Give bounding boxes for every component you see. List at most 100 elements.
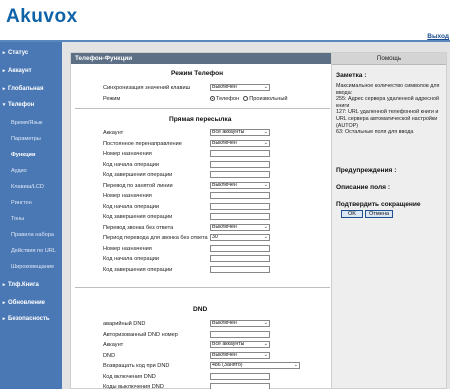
sidebar-item-label: Безопасность: [8, 315, 50, 322]
mode-radio-option[interactable]: Телефон: [210, 96, 239, 102]
chevron-right-icon: ▸: [2, 85, 6, 92]
forward-row-label: Код начала операции: [103, 203, 160, 210]
forward-row-label: Код завершения операции: [103, 266, 173, 273]
forward-select[interactable]: Все аккаунты ⌄: [210, 129, 270, 136]
sidebar-item[interactable]: ▾ Телефон: [0, 98, 62, 111]
radio-label: Произвольный: [249, 96, 288, 102]
logout-link[interactable]: Выход: [427, 33, 449, 40]
forward-input[interactable]: [210, 202, 270, 210]
radio-button[interactable]: [243, 96, 249, 102]
sidebar-item-label: Обновление: [8, 299, 45, 306]
sidebar-item[interactable]: Широковещание: [0, 260, 62, 273]
sidebar-item[interactable]: ▸ Тлф.Книга: [0, 278, 62, 291]
akuvox-logo: Akuvox: [6, 6, 78, 27]
chevron-down-icon: ⌄: [263, 84, 268, 90]
sidebar-item[interactable]: Рингтон: [0, 196, 62, 209]
sidebar-item[interactable]: ▸ Глобальная: [0, 82, 62, 95]
forward-input[interactable]: [210, 255, 270, 262]
sidebar: ▸ Статус ▸ Аккаунт ▸ Глобальная ▾ Телефон Время/…: [0, 42, 62, 389]
warnings-title: Предупреждения :: [336, 167, 397, 174]
sidebar-item-label: Правила набора: [11, 231, 55, 238]
forward-row-label: Аккаунт: [103, 130, 124, 136]
chevron-down-icon: ⌄: [263, 320, 268, 326]
key-sync-select[interactable]: Выключен ⌄: [210, 84, 270, 91]
dnd-select[interactable]: Все аккаунты ⌄: [210, 341, 270, 348]
forward-input[interactable]: [210, 160, 270, 168]
dnd-input[interactable]: [210, 383, 270, 389]
dnd-row-label: Коды выключения DND: [103, 384, 164, 389]
dnd-row-label: Аккаунт: [103, 342, 124, 348]
forward-input[interactable]: [210, 150, 270, 157]
forward-select[interactable]: Выключен ⌄: [210, 139, 270, 147]
forward-row-label: Код начала операции: [103, 161, 160, 168]
sidebar-item[interactable]: Тоны: [0, 212, 62, 225]
sidebar-item[interactable]: Параметры: [0, 132, 62, 145]
chevron-down-icon: ⌄: [263, 129, 268, 135]
note-title: Заметка :: [336, 72, 367, 79]
ok-button[interactable]: OK: [341, 210, 363, 218]
forward-row-label: Номер назначения: [103, 245, 152, 252]
sidebar-item[interactable]: ▸ Статус: [0, 46, 62, 59]
help-panel: Помощь Заметка : Максимальное количество…: [331, 52, 447, 389]
chevron-down-icon: ⌄: [263, 223, 268, 230]
sidebar-item-label: Рингтон: [11, 199, 32, 206]
section-divider: [75, 108, 330, 109]
select-value: Выключен: [212, 181, 237, 188]
forward-input[interactable]: [210, 171, 270, 178]
sidebar-item[interactable]: ▸ Аккаунт: [0, 64, 62, 77]
sidebar-item-label: Аккаунт: [8, 67, 32, 74]
mode-radio-group: Телефон Произвольный: [210, 96, 291, 102]
sidebar-item-label: Время/Язык: [11, 119, 43, 126]
dnd-section-title: DND: [193, 306, 208, 313]
sidebar-item-label: Тлф.Книга: [8, 281, 39, 288]
radio-button[interactable]: [210, 96, 215, 102]
cancel-button[interactable]: Отмена: [365, 210, 393, 218]
chevron-down-icon: ⌄: [263, 181, 268, 188]
dnd-select[interactable]: Выключен ⌄: [210, 351, 270, 359]
dnd-input[interactable]: [210, 372, 270, 380]
chevron-down-icon: ⌄: [263, 234, 268, 240]
mode-radio-option[interactable]: Произвольный: [243, 96, 287, 102]
sidebar-item-label: Тоны: [11, 215, 25, 222]
key-sync-label: Синхронизация значений клавиш: [103, 85, 191, 91]
select-value: Выключен: [212, 320, 237, 326]
select-value: Выключен: [212, 84, 237, 90]
sidebar-item-label: Глобальная: [8, 85, 44, 92]
dnd-input[interactable]: [210, 330, 270, 338]
dnd-row-label: аварийный DND: [103, 321, 146, 327]
chevron-down-icon: ⌄: [263, 351, 268, 358]
sidebar-item-label: Функции: [11, 151, 36, 158]
sidebar-item[interactable]: ▸ Обновление: [0, 296, 62, 309]
forward-select[interactable]: Выключен ⌄: [210, 223, 270, 231]
forward-input[interactable]: [210, 265, 270, 273]
forward-input[interactable]: [210, 213, 270, 220]
sidebar-item[interactable]: Правила набора: [0, 228, 62, 241]
sidebar-item[interactable]: Время/Язык: [0, 116, 62, 129]
sidebar-item[interactable]: Аудио: [0, 164, 62, 177]
forward-input[interactable]: [210, 192, 270, 199]
sidebar-item[interactable]: ▸ Безопасность: [0, 312, 62, 325]
dnd-return-code-select[interactable]: 486 (Занято) ⌄: [210, 362, 300, 369]
forward-row-label: Код завершения операции: [103, 214, 173, 220]
chevron-right-icon: ▸: [2, 281, 6, 288]
forward-row-label: Код завершения операции: [103, 172, 173, 178]
sidebar-item[interactable]: Клавиш/LCD: [0, 180, 62, 193]
sidebar-item-label: Действия по URL: [11, 247, 56, 254]
select-value: 486 (Занято): [212, 362, 243, 368]
sidebar-item[interactable]: Функции: [0, 148, 62, 161]
chevron-right-icon: ▸: [2, 49, 6, 56]
select-value: 30: [212, 234, 218, 240]
help-button[interactable]: Помощь: [332, 53, 446, 65]
forward-input[interactable]: [210, 244, 270, 252]
mode-section-title: Режим Телефон: [171, 70, 224, 77]
forward-row-label: Номер назначения: [103, 151, 152, 157]
forward-select[interactable]: 30 ⌄: [210, 234, 270, 241]
forward-select[interactable]: Выключен ⌄: [210, 181, 270, 189]
sidebar-item-label: Статус: [8, 49, 29, 56]
functions-panel: Телефон-Функции Режим Телефон Синхронизац…: [70, 52, 333, 389]
sidebar-item[interactable]: Действия по URL: [0, 244, 62, 257]
dnd-select[interactable]: Выключен ⌄: [210, 320, 270, 327]
sidebar-item-label: Клавиш/LCD: [11, 183, 44, 190]
forward-row-label: Код начала операции: [103, 256, 160, 262]
chevron-right-icon: ▸: [2, 67, 6, 74]
